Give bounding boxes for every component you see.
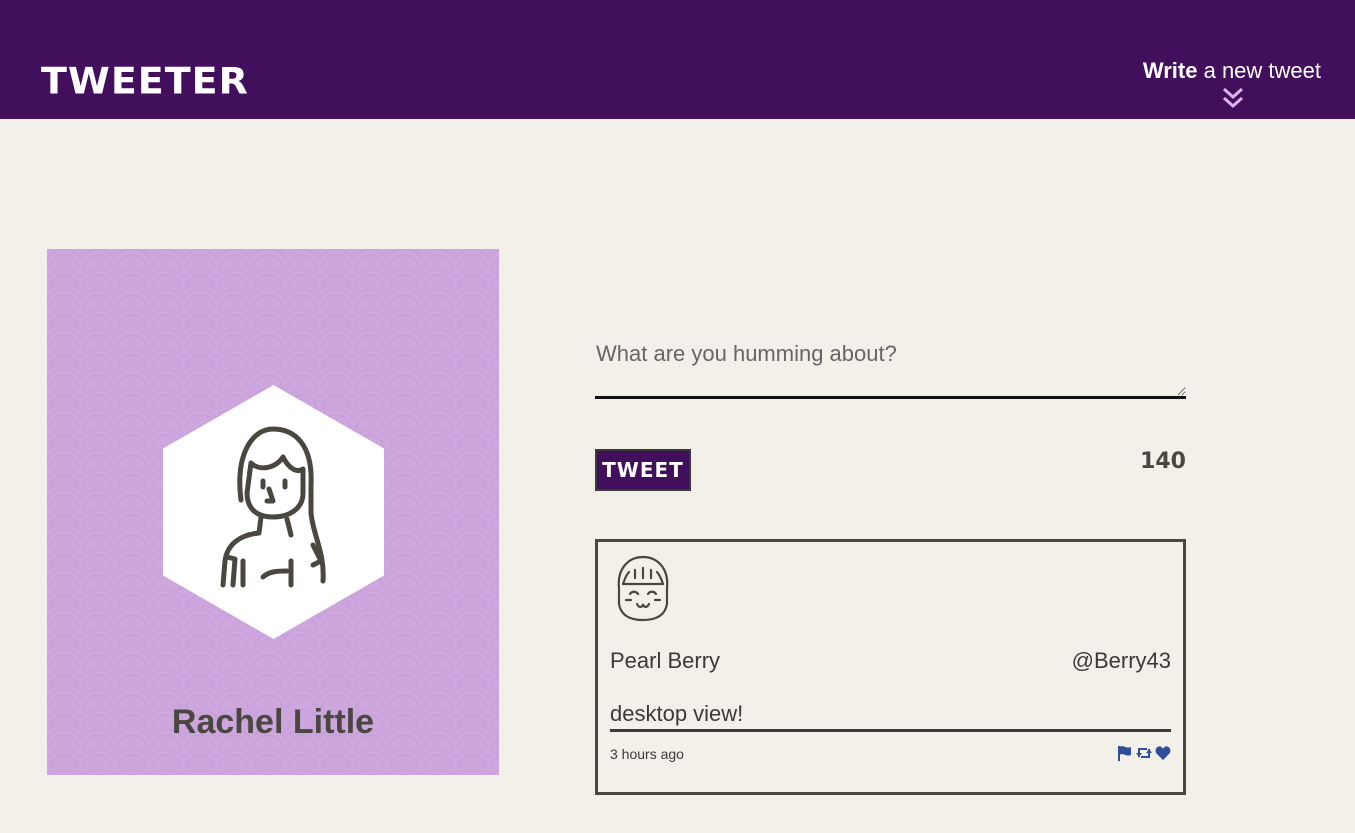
heart-icon[interactable]: [1155, 745, 1171, 761]
tweet-actions: [1117, 745, 1171, 761]
tweet-input[interactable]: [595, 333, 1186, 399]
retweet-icon[interactable]: [1136, 745, 1152, 761]
tweet-body: desktop view!: [610, 701, 1171, 732]
compose-toggle-text: a new tweet: [1197, 58, 1321, 83]
tweet-author-handle: @Berry43: [1071, 648, 1171, 673]
compose-form: TWEET 140: [595, 333, 1186, 491]
profile-name: Rachel Little: [171, 703, 375, 741]
top-nav: TWEETER Write a new tweet: [0, 0, 1355, 119]
compose-toggle[interactable]: Write a new tweet: [1143, 58, 1321, 84]
tweet-author-name: Pearl Berry: [610, 648, 721, 673]
double-chevron-down-icon[interactable]: [1222, 86, 1244, 110]
flag-icon[interactable]: [1117, 745, 1133, 761]
compose-toggle-bold: Write: [1142, 58, 1198, 83]
girl-avatar-icon: [617, 555, 669, 622]
woman-avatar-icon: [163, 385, 384, 639]
tweet-timestamp: 3 hours ago: [610, 746, 684, 762]
profile-card: Rachel Little: [47, 249, 499, 775]
tweet-button[interactable]: TWEET: [595, 449, 691, 491]
character-counter: 140: [1140, 449, 1186, 474]
brand-logo[interactable]: TWEETER: [41, 63, 249, 99]
tweet-card: Pearl Berry @Berry43 desktop view! 3 hou…: [595, 539, 1186, 795]
